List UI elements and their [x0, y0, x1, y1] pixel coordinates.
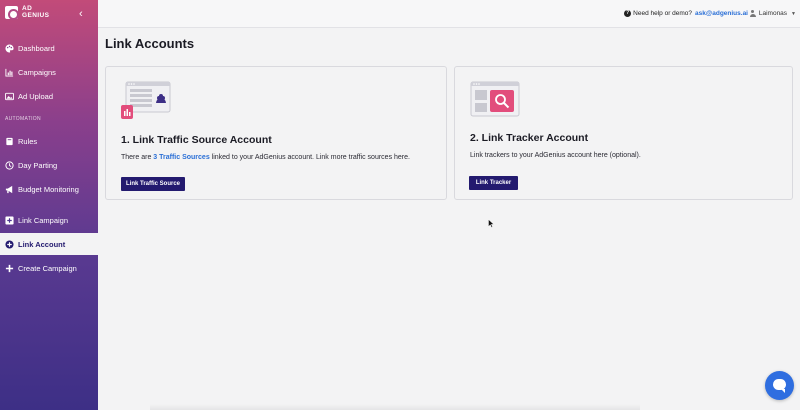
bar-chart-icon [5, 68, 14, 77]
link-tracker-button[interactable]: Link Tracker [469, 176, 518, 190]
clock-icon [5, 160, 14, 170]
sidebar-item-label: Ad Upload [18, 91, 54, 101]
sidebar-item-label: Budget Monitoring [18, 184, 79, 194]
chat-bubble-icon [773, 379, 786, 393]
traffic-card-description: There are 3 Traffic Sources linked to yo… [121, 154, 410, 161]
help-banner: ? Need help or demo? ask@adgenius.ai [624, 10, 748, 17]
user-menu[interactable]: Laimonas ▼ [749, 10, 796, 17]
traffic-card-title: 1. Link Traffic Source Account [121, 134, 272, 146]
sidebar-item-label: Link Campaign [18, 215, 69, 225]
traffic-source-card: 1. Link Traffic Source Account There are… [105, 66, 447, 200]
sidebar-item-budget-monitoring[interactable]: Budget Monitoring [0, 178, 98, 200]
sidebar-item-link-campaign[interactable]: Link Campaign [0, 209, 98, 231]
sidebar-item-label: Day Parting [18, 160, 58, 170]
chevron-left-icon[interactable]: ‹ [79, 8, 83, 20]
mouse-cursor-icon [488, 219, 494, 228]
bottom-divider [150, 404, 640, 410]
sidebar-item-create-campaign[interactable]: Create Campaign [0, 257, 98, 279]
traffic-sources-link[interactable]: 3 Traffic Sources [153, 154, 209, 161]
image-icon [5, 92, 14, 101]
sidebar-item-link-account[interactable]: Link Account [0, 233, 98, 255]
user-icon [749, 10, 756, 17]
sidebar-item-campaigns[interactable]: Campaigns [0, 61, 98, 83]
tracker-card-title: 2. Link Tracker Account [470, 132, 589, 144]
sidebar-item-rules[interactable]: Rules [0, 130, 98, 152]
top-bar: ? Need help or demo? ask@adgenius.ai Lai… [98, 0, 800, 28]
sidebar-item-label: Link Account [18, 239, 66, 249]
sidebar-item-label: Create Campaign [18, 263, 77, 273]
traffic-desc-prefix: There are [121, 154, 154, 161]
adgenius-logo-icon [5, 6, 19, 20]
tracker-illustration-icon [470, 81, 520, 117]
sidebar-item-ad-upload[interactable]: Ad Upload [0, 85, 98, 107]
section-label-automation: AUTOMATION [5, 116, 41, 122]
tracker-card: 2. Link Tracker Account Link trackers to… [454, 66, 793, 200]
help-text: Need help or demo? [633, 10, 693, 17]
tracker-card-description: Link trackers to your AdGenius account h… [470, 152, 641, 159]
book-icon [5, 137, 14, 146]
sidebar-item-label: Campaigns [18, 67, 56, 77]
plus-icon [5, 264, 14, 273]
traffic-source-illustration-icon [121, 81, 171, 119]
palette-icon [5, 43, 14, 53]
sidebar-item-day-parting[interactable]: Day Parting [0, 154, 98, 176]
brand-line2: GENIUS [22, 11, 50, 19]
sidebar-item-label: Dashboard [18, 43, 55, 53]
sidebar-item-dashboard[interactable]: Dashboard [0, 37, 98, 59]
megaphone-icon [5, 185, 14, 194]
traffic-desc-suffix: linked to your AdGenius account. Link mo… [209, 154, 410, 161]
sidebar: AD GENIUS ‹ Dashboard Campaigns Ad Uploa… [0, 0, 98, 410]
plus-square-icon [5, 215, 14, 225]
chat-widget-button[interactable] [765, 371, 794, 400]
help-email-link[interactable]: ask@adgenius.ai [695, 10, 748, 17]
question-circle-icon: ? [624, 10, 632, 17]
plus-circle-icon [5, 239, 14, 249]
brand-logo[interactable]: AD GENIUS [5, 5, 50, 20]
user-name: Laimonas [758, 10, 788, 17]
sidebar-item-label: Rules [18, 136, 38, 146]
link-traffic-source-button[interactable]: Link Traffic Source [121, 177, 185, 191]
caret-down-icon: ▼ [791, 10, 796, 17]
page-title: Link Accounts [105, 36, 195, 51]
